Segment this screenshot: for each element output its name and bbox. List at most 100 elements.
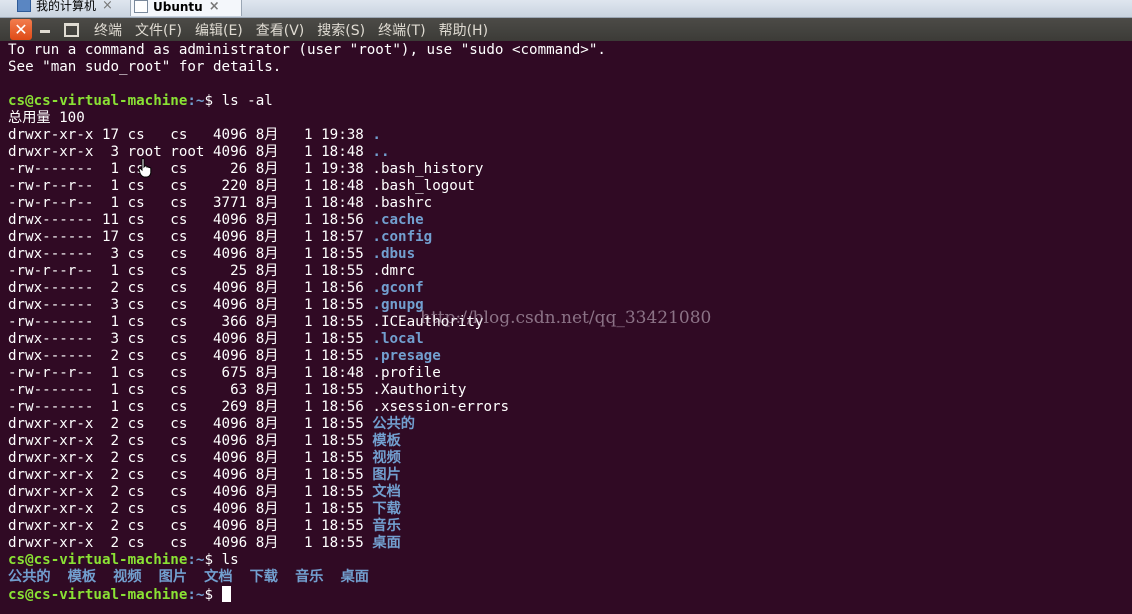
menu-item[interactable]: 搜索(S) [317,20,365,40]
directory-name: 模板 [67,569,97,585]
file-name: .bash_logout [372,178,475,194]
maximize-icon[interactable] [64,23,79,37]
terminal-line: drwxr-xr-x 2 cs cs 4096 8月 1 18:55 音乐 [8,518,606,535]
file-info: drwxr-xr-x 2 cs cs 4096 8月 1 18:55 [8,433,373,449]
file-info: drwx------ 3 cs cs 4096 8月 1 18:55 [8,331,373,347]
terminal-line: -rw-r--r-- 1 cs cs 25 8月 1 18:55 .dmrc [8,263,606,280]
directory-name: 图片 [372,467,401,483]
close-icon[interactable]: × [209,0,220,14]
command-text: ls -al [221,93,273,109]
file-name: .bash_history [372,161,484,177]
directory-name: .config [372,229,433,245]
file-name: .bashrc [372,195,433,211]
terminal-line: drwxr-xr-x 2 cs cs 4096 8月 1 18:55 公共的 [8,416,606,433]
terminal-line: cs@cs-virtual-machine:~$ [8,586,606,603]
terminal-line: -rw------- 1 cs cs 63 8月 1 18:55 .Xautho… [8,382,606,399]
terminal-menubar: ✕ 终端 文件(F) 编辑(E) 查看(V) 搜索(S) 终端(T) 帮助(H) [0,18,1132,41]
terminal-line: drwx------ 3 cs cs 4096 8月 1 18:55 .dbus [8,246,606,263]
prompt-user: cs@cs-virtual-machine [8,93,188,109]
close-icon[interactable]: × [102,0,113,13]
prompt-path: :~ [187,552,205,568]
separator [187,569,204,585]
file-info: -rw------- 1 cs cs 63 8月 1 18:55 [8,382,373,398]
total-line: 总用量 100 [8,110,85,126]
directory-name: 桌面 [372,535,401,551]
prompt-path: :~ [187,93,205,109]
terminal-line: cs@cs-virtual-machine:~$ ls [8,552,606,569]
file-info: drwxr-xr-x 2 cs cs 4096 8月 1 18:55 [8,535,373,551]
prompt-path: :~ [187,587,205,603]
terminal-line: drwx------ 17 cs cs 4096 8月 1 18:57 .con… [8,229,606,246]
vm-tab-label: Ubuntu [153,0,203,14]
file-info: -rw-r--r-- 1 cs cs 220 8月 1 18:48 [8,178,373,194]
directory-name: .gconf [372,280,424,296]
file-info: drwxr-xr-x 3 root root 4096 8月 1 18:48 [8,144,373,160]
terminal-line: drwxr-xr-x 2 cs cs 4096 8月 1 18:55 图片 [8,467,606,484]
directory-name: 下载 [249,569,278,585]
prompt-user: cs@cs-virtual-machine [8,552,188,568]
mouse-pointer-icon [138,158,152,178]
file-info: -rw------- 1 cs cs 366 8月 1 18:55 [8,314,373,330]
terminal-line: -rw-r--r-- 1 cs cs 3771 8月 1 18:48 .bash… [8,195,606,212]
file-info: drwx------ 3 cs cs 4096 8月 1 18:55 [8,246,373,262]
separator [233,569,250,585]
menu-item[interactable]: 编辑(E) [195,20,243,40]
separator [278,569,295,585]
prompt-suffix: $ [204,93,222,109]
vm-icon [134,0,148,13]
menu-item[interactable]: 终端(T) [378,20,425,40]
terminal-line: cs@cs-virtual-machine:~$ ls -al [8,93,606,110]
separator [142,569,159,585]
file-info: -rw------- 1 cs cs 26 8月 1 19:38 [8,161,373,177]
file-info: drwx------ 2 cs cs 4096 8月 1 18:55 [8,348,373,364]
file-info: -rw-r--r-- 1 cs cs 25 8月 1 18:55 [8,263,373,279]
close-window-button[interactable]: ✕ [10,19,32,40]
file-info: -rw-r--r-- 1 cs cs 675 8月 1 18:48 [8,365,373,381]
directory-name: 桌面 [340,569,369,585]
terminal-line: -rw------- 1 cs cs 269 8月 1 18:56 .xsess… [8,399,606,416]
directory-name: 公共的 [372,416,415,432]
terminal-line: drwxr-xr-x 2 cs cs 4096 8月 1 18:55 桌面 [8,535,606,552]
directory-name: 文档 [204,569,233,585]
separator [96,569,113,585]
file-info: drwx------ 2 cs cs 4096 8月 1 18:56 [8,280,373,296]
watermark: http://blog.csdn.net/qq_33421080 [420,308,712,328]
directory-name: .. [372,144,390,160]
intro-text: To run a command as administrator (user … [8,42,606,58]
file-name: .profile [372,365,441,381]
separator [323,569,340,585]
directory-name: .presage [372,348,441,364]
file-name: .xsession-errors [372,399,510,415]
terminal-line: drwx------ 2 cs cs 4096 8月 1 18:55 .pres… [8,348,606,365]
file-info: drwxr-xr-x 2 cs cs 4096 8月 1 18:55 [8,416,373,432]
terminal-line: -rw-r--r-- 1 cs cs 220 8月 1 18:48 .bash_… [8,178,606,195]
directory-name: 音乐 [295,569,324,585]
vm-tab-my-computer[interactable]: 我的计算机 × [14,0,124,15]
directory-name: 视频 [372,450,401,466]
terminal-line: drwxr-xr-x 2 cs cs 4096 8月 1 18:55 视频 [8,450,606,467]
directory-name: .dbus [372,246,416,262]
menu-item[interactable]: 文件(F) [135,20,182,40]
file-info: drwxr-xr-x 2 cs cs 4096 8月 1 18:55 [8,467,373,483]
terminal-window[interactable]: To run a command as administrator (user … [0,41,1132,614]
terminal-line: drwx------ 3 cs cs 4096 8月 1 18:55 .loca… [8,331,606,348]
command-text: ls [221,552,239,568]
terminal-line: drwx------ 2 cs cs 4096 8月 1 18:56 .gcon… [8,280,606,297]
file-name: .Xauthority [372,382,467,398]
terminal-line: drwxr-xr-x 17 cs cs 4096 8月 1 19:38 . [8,127,606,144]
menu-item[interactable]: 查看(V) [256,20,305,40]
menu-item[interactable]: 帮助(H) [439,20,488,40]
terminal-line: See "man sudo_root" for details. [8,59,606,76]
minimize-icon[interactable] [40,30,50,33]
separator [51,569,68,585]
terminal-line: drwxr-xr-x 3 root root 4096 8月 1 18:48 .… [8,144,606,161]
directory-name: .cache [372,212,424,228]
directory-name: 下载 [372,501,401,517]
file-info: -rw------- 1 cs cs 269 8月 1 18:56 [8,399,373,415]
terminal-line: To run a command as administrator (user … [8,42,606,59]
terminal-line: 公共的 模板 视频 图片 文档 下载 音乐 桌面 [8,569,606,586]
menu-item[interactable]: 终端 [94,20,122,40]
vm-tab-ubuntu[interactable]: Ubuntu × [130,0,242,16]
terminal-line: -rw-r--r-- 1 cs cs 675 8月 1 18:48 .profi… [8,365,606,382]
